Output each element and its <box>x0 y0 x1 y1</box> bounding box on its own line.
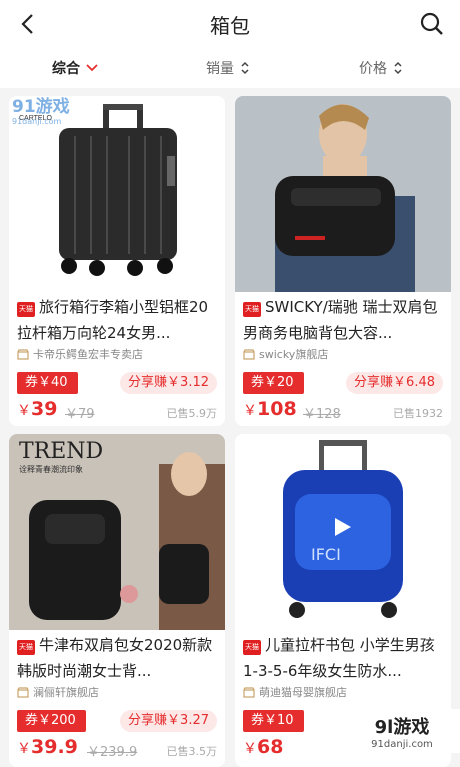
product-name: 天猫 旅行箱行李箱小型铝框20拉杆箱万向轮24女男... <box>17 294 219 346</box>
tmall-badge: 天猫 <box>243 302 261 317</box>
price-symbol: ￥ <box>243 741 257 757</box>
coupon-tag[interactable]: 券￥200 <box>17 710 86 732</box>
product-price: ￥68 <box>243 736 283 758</box>
women-backpack-image: TREND 诠释青春潮流印象 <box>9 434 225 630</box>
product-price: ￥39.9 <box>17 736 78 758</box>
sort-tab-sales[interactable]: 销量 <box>206 58 250 78</box>
product-name-text: 儿童拉杆书包 小学生男孩1-3-5-6年级女生防水... <box>243 636 435 680</box>
share-earn-tag[interactable]: 分享赚￥3.12 <box>120 372 217 394</box>
price-value: 39.9 <box>31 736 78 758</box>
shop-name-text: swicky旗舰店 <box>259 348 329 361</box>
tmall-badge: 天猫 <box>17 640 35 655</box>
original-price: ￥128 <box>303 407 341 422</box>
shop-name[interactable]: 澜俪轩旗舰店 <box>17 684 99 700</box>
sort-arrows-icon <box>394 61 402 75</box>
coupon-tag[interactable]: 券￥40 <box>17 372 78 394</box>
sort-arrows-icon <box>241 61 249 75</box>
watermark-logo: 91游戏 91danji.com <box>12 92 132 126</box>
tmall-badge: 天猫 <box>243 640 261 655</box>
share-earn-tag[interactable]: 分享赚￥6.48 <box>346 372 443 394</box>
shop-name-text: 萌迪猫母婴旗舰店 <box>259 686 347 699</box>
tmall-badge: 天猫 <box>17 302 35 317</box>
price-value: 108 <box>257 398 297 420</box>
watermark-sub-text: 91danji.com <box>371 738 433 750</box>
product-name: 天猫 儿童拉杆书包 小学生男孩1-3-5-6年级女生防水... <box>243 632 445 684</box>
sort-tab-label: 综合 <box>52 61 80 77</box>
price-symbol: ￥ <box>243 403 257 419</box>
shop-name[interactable]: swicky旗舰店 <box>243 346 328 362</box>
watermark-main-text: 9l游戏 <box>374 716 430 738</box>
product-name-text: 牛津布双肩包女2020新款韩版时尚潮女士背... <box>17 636 213 680</box>
coupon-tag[interactable]: 券￥10 <box>243 710 304 732</box>
sort-bar: 综合 销量 价格 <box>0 48 460 88</box>
schoolbag-text: IFCI <box>311 545 341 564</box>
product-name-text: SWICKY/瑞驰 瑞士双肩包男商务电脑背包大容... <box>243 298 438 342</box>
trend-text: TREND <box>19 439 103 464</box>
original-price: ￥239.9 <box>87 745 138 760</box>
sold-count: 已售1932 <box>393 407 443 420</box>
shop-icon <box>243 348 255 360</box>
search-icon[interactable] <box>418 10 446 38</box>
watermark-sub-text: 91danji.com <box>12 117 62 126</box>
shop-icon <box>17 348 29 360</box>
product-name: 天猫 牛津布双肩包女2020新款韩版时尚潮女士背... <box>17 632 219 684</box>
product-price: ￥39 <box>17 398 57 420</box>
sold-count: 已售3.5万 <box>166 745 218 758</box>
page-title: 箱包 <box>210 14 250 38</box>
shop-name[interactable]: 卡帝乐鳄鱼宏丰专卖店 <box>17 346 143 362</box>
shop-name[interactable]: 萌迪猫母婴旗舰店 <box>243 684 347 700</box>
original-price: ￥79 <box>65 407 95 422</box>
backpack-model-image <box>235 96 451 292</box>
shop-name-text: 卡帝乐鳄鱼宏丰专卖店 <box>33 348 143 361</box>
shop-name-text: 澜俪轩旗舰店 <box>33 686 99 699</box>
sort-tab-comprehensive[interactable]: 综合 <box>52 58 98 78</box>
sort-tab-label: 价格 <box>359 61 387 77</box>
trend-subtext: 诠释青春潮流印象 <box>19 464 83 474</box>
product-name: 天猫 SWICKY/瑞驰 瑞士双肩包男商务电脑背包大容... <box>243 294 445 346</box>
product-name-text: 旅行箱行李箱小型铝框20拉杆箱万向轮24女男... <box>17 298 209 342</box>
product-card[interactable]: TREND 诠释青春潮流印象 天猫 牛津布双肩包女2020新款韩版时尚潮女士背..… <box>9 434 225 767</box>
watermark-main-text: 91游戏 <box>12 97 70 117</box>
shop-icon <box>17 686 29 698</box>
shop-icon <box>243 686 255 698</box>
watermark-badge: 9l游戏 91danji.com <box>344 709 460 753</box>
sort-tab-label: 销量 <box>206 61 234 77</box>
product-card[interactable]: CARTELO 天猫 旅行箱行李箱小型铝框20拉杆箱万向轮24女男... 卡帝乐鳄… <box>9 96 225 426</box>
price-symbol: ￥ <box>17 741 31 757</box>
sort-tab-price[interactable]: 价格 <box>359 58 403 78</box>
share-earn-tag[interactable]: 分享赚￥3.27 <box>120 710 217 732</box>
price-value: 68 <box>257 736 284 758</box>
product-price: ￥108 <box>243 398 297 420</box>
header-bar: 箱包 <box>0 0 460 48</box>
product-card[interactable]: 天猫 SWICKY/瑞驰 瑞士双肩包男商务电脑背包大容... swicky旗舰店 … <box>235 96 451 426</box>
price-symbol: ￥ <box>17 403 31 419</box>
kids-trolley-schoolbag-image: IFCI <box>235 434 451 630</box>
sold-count: 已售5.9万 <box>166 407 218 420</box>
chevron-down-icon <box>86 64 98 72</box>
price-value: 39 <box>31 398 58 420</box>
coupon-tag[interactable]: 券￥20 <box>243 372 304 394</box>
